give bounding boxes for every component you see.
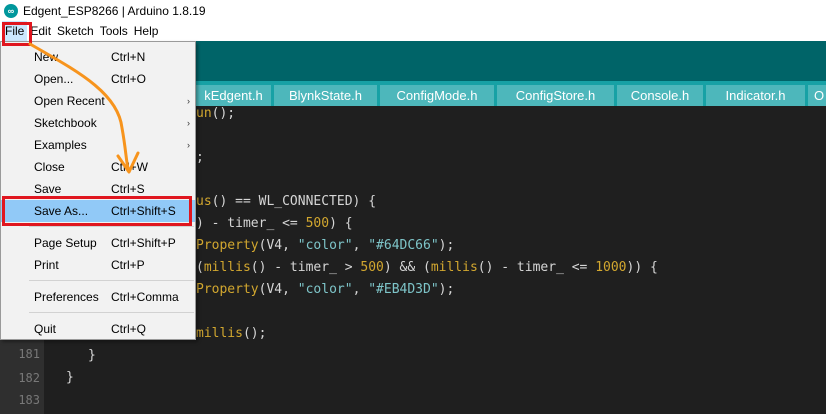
code-line: un(); xyxy=(196,106,236,121)
menu-item-page-setup[interactable]: Page Setup Ctrl+Shift+P xyxy=(1,232,195,254)
menu-separator xyxy=(29,312,194,313)
menu-separator xyxy=(29,280,194,281)
line-number: 182 xyxy=(18,371,40,385)
menu-item-label: Print xyxy=(34,258,59,272)
title-bar: ∞ Edgent_ESP8266 | Arduino 1.8.19 xyxy=(0,0,826,21)
menu-item-print[interactable]: Print Ctrl+P xyxy=(1,254,195,276)
code-line: Property(V4, "color", "#EB4D3D"); xyxy=(196,282,455,297)
menu-help[interactable]: Help xyxy=(131,21,162,41)
code-line: ; xyxy=(196,150,204,165)
menu-item-preferences[interactable]: Preferences Ctrl+Comma xyxy=(1,286,195,308)
save-as-highlight-box xyxy=(2,196,192,226)
line-number: 181 xyxy=(18,347,40,361)
arduino-logo-icon: ∞ xyxy=(4,3,18,18)
menu-item-open[interactable]: Open... Ctrl+O xyxy=(1,68,195,90)
menu-item-label: Close xyxy=(34,160,65,174)
menu-item-shortcut: Ctrl+O xyxy=(111,72,147,86)
window-title: Edgent_ESP8266 | Arduino 1.8.19 xyxy=(23,3,206,18)
menu-item-shortcut: Ctrl+W xyxy=(111,160,148,174)
menu-item-new[interactable]: New Ctrl+N xyxy=(1,46,195,68)
menu-item-quit[interactable]: Quit Ctrl+Q xyxy=(1,318,195,340)
tab-indicator[interactable]: Indicator.h xyxy=(706,85,805,106)
menu-item-label: Open Recent xyxy=(34,94,105,108)
menu-item-shortcut: Ctrl+Comma xyxy=(111,290,179,304)
menu-tools[interactable]: Tools xyxy=(97,21,131,41)
menu-sketch[interactable]: Sketch xyxy=(54,21,97,41)
menu-item-label: New xyxy=(34,50,59,64)
menu-item-open-recent[interactable]: Open Recent › xyxy=(1,90,195,112)
code-line: } xyxy=(66,370,74,385)
menu-item-label: Preferences xyxy=(34,290,99,304)
code-line: Property(V4, "color", "#64DC66"); xyxy=(196,238,455,253)
menu-item-shortcut: Ctrl+Shift+P xyxy=(111,236,176,250)
menu-item-shortcut: Ctrl+P xyxy=(111,258,145,272)
menu-item-label: Examples xyxy=(34,138,87,152)
file-menu-dropdown: New Ctrl+N Open... Ctrl+O Open Recent › … xyxy=(0,41,196,340)
menu-item-examples[interactable]: Examples › xyxy=(1,134,195,156)
code-line: millis(); xyxy=(196,326,267,341)
code-line: ) - timer_ <= 500) { xyxy=(196,216,353,231)
chevron-right-icon: › xyxy=(187,118,190,128)
menu-item-label: Sketchbook xyxy=(34,116,97,130)
file-menu-highlight-box xyxy=(2,22,32,46)
menu-item-close[interactable]: Close Ctrl+W xyxy=(1,156,195,178)
menu-item-label: Quit xyxy=(34,322,57,336)
code-line: us() == WL_CONNECTED) { xyxy=(196,194,377,209)
menu-bar: File Edit Sketch Tools Help xyxy=(0,21,826,41)
tab-blynkstate[interactable]: BlynkState.h xyxy=(274,85,377,106)
tab-overflow[interactable]: O xyxy=(808,85,826,106)
menu-item-sketchbook[interactable]: Sketchbook › xyxy=(1,112,195,134)
line-number: 183 xyxy=(18,393,40,407)
chevron-right-icon: › xyxy=(187,140,190,150)
code-line: } xyxy=(88,348,96,363)
menu-item-shortcut: Ctrl+N xyxy=(111,50,146,64)
tab-configmode[interactable]: ConfigMode.h xyxy=(380,85,494,106)
menu-item-label: Open... xyxy=(34,72,74,86)
tab-configstore[interactable]: ConfigStore.h xyxy=(497,85,614,106)
menu-item-shortcut: Ctrl+Q xyxy=(111,322,147,336)
menu-separator xyxy=(29,226,194,227)
menu-item-label: Page Setup xyxy=(34,236,97,250)
code-line: (millis() - timer_ > 500) && (millis() -… xyxy=(196,260,658,275)
tab-console[interactable]: Console.h xyxy=(617,85,703,106)
chevron-right-icon: › xyxy=(187,96,190,106)
